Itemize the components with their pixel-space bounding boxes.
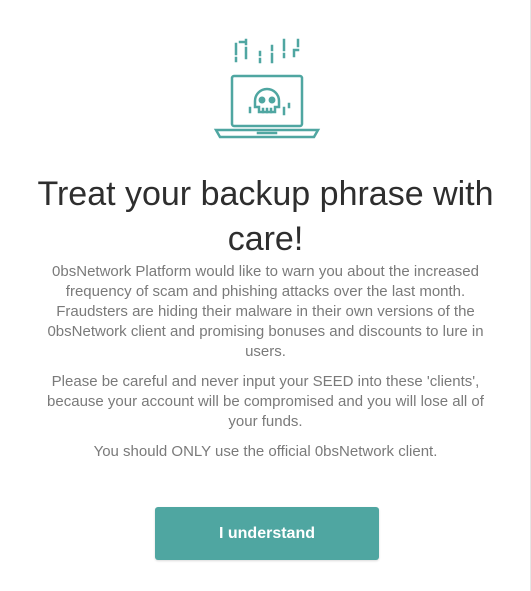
warning-paragraph: Please be careful and never input your S… <box>47 373 484 430</box>
warning-paragraph: You should ONLY use the official 0bsNetw… <box>93 443 438 460</box>
dialog-title: Treat your backup phrase with care! <box>37 175 494 258</box>
scam-warning-dialog: Treat your backup phrase with care! 0bsN… <box>0 0 531 591</box>
i-understand-button[interactable]: I understand <box>155 507 379 560</box>
laptop-skull-icon <box>212 34 322 144</box>
warning-paragraph: 0bsNetwork Platform would like to warn y… <box>47 263 484 360</box>
